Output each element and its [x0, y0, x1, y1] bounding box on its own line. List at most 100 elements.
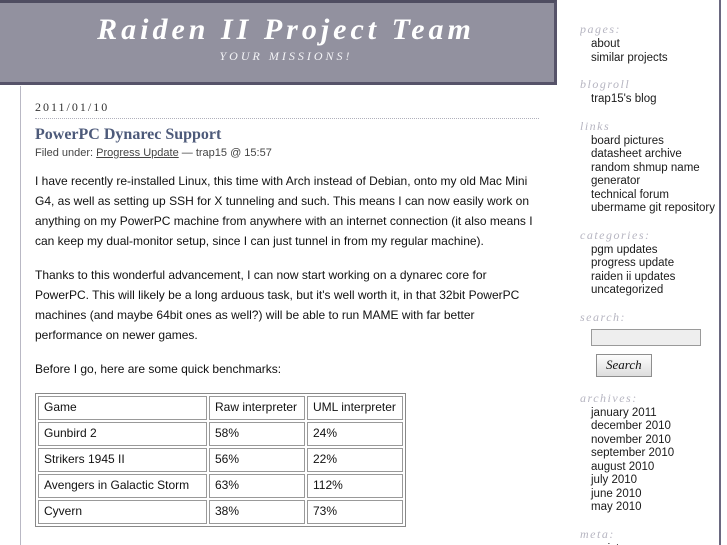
sidebar-item-about[interactable]: about — [591, 38, 620, 50]
post-paragraph-2: Thanks to this wonderful advancement, I … — [35, 268, 520, 342]
sidebar-item-technical-forum[interactable]: technical forum — [591, 189, 669, 201]
main-content: 2011/01/10 PowerPC Dynarec Support Filed… — [20, 86, 557, 545]
sidebar-section-categories: categories: pgm updates progress update … — [580, 228, 719, 298]
post-category-link[interactable]: Progress Update — [96, 147, 179, 159]
sidebar-heading-blogroll: blogroll — [580, 77, 631, 91]
list-item[interactable]: january 2011 — [591, 407, 719, 421]
search-button[interactable]: Search — [596, 353, 652, 377]
site-tagline: Your missions! — [219, 49, 353, 63]
sidebar-list-pages: about similar projects — [580, 38, 719, 65]
table-header-game: Game — [38, 396, 207, 420]
sidebar-item-pgm-updates[interactable]: pgm updates — [591, 244, 658, 256]
sidebar-item-uncategorized[interactable]: uncategorized — [591, 284, 663, 296]
sidebar-item-raiden-ii-updates[interactable]: raiden ii updates — [591, 271, 675, 283]
list-item[interactable]: datasheet archive — [591, 148, 719, 162]
list-item[interactable]: november 2010 — [591, 434, 719, 448]
table-cell-raw: 58% — [209, 422, 305, 446]
table-row: Cyvern 38% 73% — [38, 500, 403, 524]
table-header-uml: UML interpreter — [307, 396, 403, 420]
sidebar-item-september-2010[interactable]: september 2010 — [591, 447, 674, 459]
list-item[interactable]: random shmup name — [591, 162, 719, 176]
post-paragraph-3: Before I go, here are some quick benchma… — [35, 362, 282, 376]
sidebar-section-blogroll: blogroll trap15's blog — [580, 77, 719, 107]
table-row: Gunbird 2 58% 24% — [38, 422, 403, 446]
list-item[interactable]: board pictures — [591, 135, 719, 149]
sidebar-heading-search: search: — [580, 309, 627, 324]
sidebar-heading-archives: archives: — [580, 390, 638, 405]
sidebar-section-links: links board pictures datasheet archive r… — [580, 119, 719, 216]
sidebar-heading-meta: meta: — [580, 526, 615, 541]
site-banner-inner: Raiden II Project Team Your missions! — [0, 11, 554, 64]
sidebar-item-progress-update[interactable]: progress update — [591, 257, 674, 269]
sidebar-item-december-2010[interactable]: december 2010 — [591, 420, 671, 432]
post-meta-suffix: — trap15 @ 15:57 — [181, 147, 272, 159]
list-item[interactable]: ubermame git repository — [591, 202, 719, 216]
table-cell-uml: 73% — [307, 500, 403, 524]
page-right-rule — [719, 0, 721, 545]
sidebar-list-blogroll: trap15's blog — [580, 93, 719, 107]
list-item[interactable]: trap15's blog — [591, 93, 719, 107]
list-item[interactable]: june 2010 — [591, 488, 719, 502]
list-item[interactable]: generator — [591, 175, 719, 189]
table-cell-game: Strikers 1945 II — [38, 448, 207, 472]
sidebar-item-generator[interactable]: generator — [591, 175, 640, 187]
list-item[interactable]: uncategorized — [591, 284, 719, 298]
benchmarks-table: Game Raw interpreter UML interpreter Gun… — [35, 393, 406, 527]
sidebar-list-links: board pictures datasheet archive random … — [580, 135, 719, 216]
sidebar-heading-categories: categories: — [580, 227, 651, 242]
sidebar-section-search: search: Search — [580, 310, 719, 377]
table-cell-raw: 63% — [209, 474, 305, 498]
sidebar-section-archives: archives: january 2011 december 2010 nov… — [580, 391, 719, 515]
post-body: I have recently re-installed Linux, this… — [35, 171, 539, 545]
sidebar-item-board-pictures[interactable]: board pictures — [591, 135, 664, 147]
sidebar-item-august-2010[interactable]: august 2010 — [591, 461, 654, 473]
list-item[interactable]: september 2010 — [591, 447, 719, 461]
post-paragraph-1: I have recently re-installed Linux, this… — [35, 174, 533, 248]
sidebar-list-categories: pgm updates progress update raiden ii up… — [580, 244, 719, 298]
site-title[interactable]: Raiden II Project Team — [0, 11, 554, 49]
list-item[interactable]: may 2010 — [591, 501, 719, 515]
sidebar-section-pages: pages: about similar projects — [580, 22, 719, 65]
site-banner: Raiden II Project Team Your missions! — [0, 0, 557, 85]
table-cell-game: Cyvern — [38, 500, 207, 524]
blog-page: Raiden II Project Team Your missions! 20… — [0, 0, 727, 545]
sidebar-item-november-2010[interactable]: november 2010 — [591, 434, 671, 446]
list-item[interactable]: pgm updates — [591, 244, 719, 258]
list-item[interactable]: december 2010 — [591, 420, 719, 434]
list-item[interactable]: raiden ii updates — [591, 271, 719, 285]
sidebar-item-june-2010[interactable]: june 2010 — [591, 488, 642, 500]
sidebar-item-datasheet-archive[interactable]: datasheet archive — [591, 148, 682, 160]
sidebar-item-may-2010[interactable]: may 2010 — [591, 501, 642, 513]
post-date: 2011/01/10 — [35, 100, 539, 119]
post-title[interactable]: PowerPC Dynarec Support — [35, 125, 539, 144]
table-cell-uml: 24% — [307, 422, 403, 446]
sidebar-section-meta: meta: register log in — [580, 527, 719, 545]
table-cell-uml: 112% — [307, 474, 403, 498]
sidebar-heading-links: links — [580, 118, 611, 133]
table-cell-uml: 22% — [307, 448, 403, 472]
sidebar-item-similar-projects[interactable]: similar projects — [591, 52, 668, 64]
table-header-row: Game Raw interpreter UML interpreter — [38, 396, 403, 420]
sidebar-item-july-2010[interactable]: july 2010 — [591, 474, 637, 486]
sidebar-heading-pages: pages: — [580, 22, 621, 36]
post-meta: Filed under: Progress Update — trap15 @ … — [35, 147, 539, 159]
sidebar-item-random-shmup-name[interactable]: random shmup name — [591, 162, 700, 174]
sidebar-item-january-2011[interactable]: january 2011 — [591, 407, 657, 419]
table-row: Strikers 1945 II 56% 22% — [38, 448, 403, 472]
table-cell-game: Avengers in Galactic Storm — [38, 474, 207, 498]
sidebar-item-ubermame-git-repository[interactable]: ubermame git repository — [591, 202, 715, 214]
table-header-raw: Raw interpreter — [209, 396, 305, 420]
list-item[interactable]: about — [591, 38, 719, 52]
table-cell-game: Gunbird 2 — [38, 422, 207, 446]
sidebar-item-trap15-blog[interactable]: trap15's blog — [591, 93, 657, 105]
table-cell-raw: 38% — [209, 500, 305, 524]
list-item[interactable]: similar projects — [591, 52, 719, 66]
table-cell-raw: 56% — [209, 448, 305, 472]
list-item[interactable]: july 2010 — [591, 474, 719, 488]
sidebar-list-archives: january 2011 december 2010 november 2010… — [580, 407, 719, 515]
list-item[interactable]: progress update — [591, 257, 719, 271]
list-item[interactable]: technical forum — [591, 189, 719, 203]
search-input[interactable] — [591, 328, 701, 346]
list-item[interactable]: august 2010 — [591, 461, 719, 475]
sidebar: pages: about similar projects blogroll t… — [580, 22, 719, 545]
